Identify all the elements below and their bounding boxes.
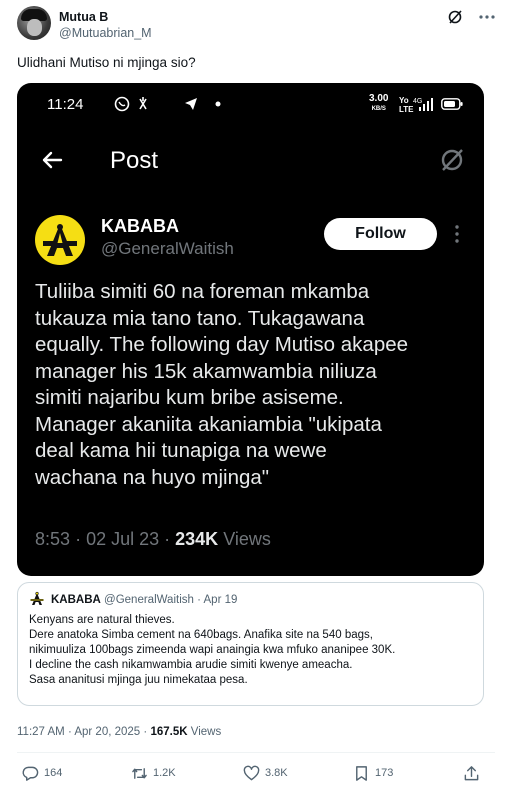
tweet-text: Ulidhani Mutiso ni mjinga sio? xyxy=(17,55,196,70)
post-line: deal kama hii tunapiga na wewe xyxy=(35,439,327,462)
reply-button[interactable]: 164 xyxy=(22,763,62,783)
heart-icon xyxy=(243,765,260,780)
post-line: tukauza mia tano tano. Tukagawana xyxy=(35,306,365,330)
repost-count: 1.2K xyxy=(153,767,176,779)
bookmark-button[interactable]: 173 xyxy=(353,763,393,783)
post-line: wachana na huyo mjinga" xyxy=(35,465,270,489)
more-vertical-icon[interactable] xyxy=(452,223,462,245)
post-views-count: 234K xyxy=(175,529,219,549)
post-meta: 8:53 · 02 Jul 23 · 234K Views xyxy=(35,529,271,549)
bookmark-icon xyxy=(356,765,367,781)
quote-line: Kenyans are natural thieves. xyxy=(29,614,175,626)
author-avatar[interactable] xyxy=(17,6,51,40)
tweet-time: 11:27 AM xyxy=(17,726,65,738)
status-speed: 3.00 xyxy=(369,93,389,104)
quote-line: Sasa ananitusi mjinga juu nimekataa pesa… xyxy=(29,674,248,686)
post-date: 02 Jul 23 xyxy=(86,529,160,549)
quote-line: nikimuuliza 100bags zimeenda wapi anaing… xyxy=(29,644,396,656)
tweet-views-count: 167.5K xyxy=(150,726,188,738)
svg-text:4G: 4G xyxy=(413,98,422,105)
post-line: manager his 15k akamwambia niliuza xyxy=(35,359,377,383)
status-time: 11:24 xyxy=(47,96,84,113)
post-line: simiti najaribu kum bribe asiseme. xyxy=(35,386,344,409)
like-count: 3.8K xyxy=(265,767,288,779)
quote-body: Kenyans are natural thieves. Dere anatok… xyxy=(29,613,395,688)
account-handle[interactable]: @GeneralWaitish xyxy=(101,239,234,259)
battery-icon xyxy=(441,98,463,110)
quote-author-name[interactable]: KABABA xyxy=(51,594,101,606)
author-name[interactable]: Mutua B xyxy=(59,10,108,24)
status-right-icons: 3.00 KB/S Yo LTE 4G xyxy=(355,93,465,115)
tweet: Mutua B @Mutuabrian_M Ulidhani Mutiso ni… xyxy=(0,0,512,800)
post-time: 8:53 xyxy=(35,529,71,549)
more-icon[interactable] xyxy=(478,9,496,25)
reply-count: 164 xyxy=(44,767,63,779)
back-arrow-icon[interactable] xyxy=(40,148,64,172)
account-name[interactable]: KABABA xyxy=(101,216,179,237)
kababa-avatar[interactable] xyxy=(35,215,85,265)
grok-icon[interactable] xyxy=(447,9,463,25)
tweet-views-label: Views xyxy=(190,726,222,738)
repost-icon xyxy=(132,767,147,779)
quote-header: KABABA @GeneralWaitish · Apr 19 xyxy=(51,594,238,606)
divider xyxy=(17,752,495,753)
kababa-avatar[interactable] xyxy=(29,591,45,607)
post-header-title: Post xyxy=(110,147,159,174)
status-notification-icons xyxy=(114,96,221,112)
quote-line: I decline the cash nikamwambia arudie si… xyxy=(29,659,353,671)
tweet-date: Apr 20, 2025 xyxy=(74,726,141,738)
signal-icon: 4G xyxy=(413,98,433,111)
post-body: Tuliiba simiti 60 na foreman mkamba tuka… xyxy=(35,279,475,491)
repost-button[interactable]: 1.2K xyxy=(131,763,176,783)
author-handle[interactable]: @Mutuabrian_M xyxy=(59,26,152,40)
quote-author-handle[interactable]: @GeneralWaitish xyxy=(104,594,194,606)
post-line: Tuliiba simiti 60 na foreman mkamba xyxy=(35,280,370,303)
share-button[interactable] xyxy=(463,763,485,783)
status-speed-unit: KB/S xyxy=(371,106,386,112)
grok-icon[interactable] xyxy=(439,147,465,173)
follow-button[interactable]: Follow xyxy=(324,218,437,250)
quote-date[interactable]: Apr 19 xyxy=(204,594,238,606)
like-button[interactable]: 3.8K xyxy=(243,763,288,783)
tweet-timestamp[interactable]: 11:27 AM · Apr 20, 2025 · 167.5K Views xyxy=(17,726,221,738)
reply-icon xyxy=(22,766,39,781)
bookmark-count: 173 xyxy=(375,767,394,779)
post-line: Manager akaniita akaniambia "ukipata xyxy=(35,412,382,436)
quoted-tweet[interactable]: KABABA @GeneralWaitish · Apr 19 Kenyans … xyxy=(17,582,484,706)
embedded-screenshot[interactable]: 11:24 3.00 KB/S Yo LTE 4G Post KABABA @G… xyxy=(17,83,484,576)
share-icon xyxy=(464,765,479,780)
post-line: equally. The following day Mutiso akapee xyxy=(35,333,409,356)
post-views-label: Views xyxy=(223,529,271,549)
quote-line: Dere anatoka Simba cement na 640bags. An… xyxy=(29,629,373,641)
